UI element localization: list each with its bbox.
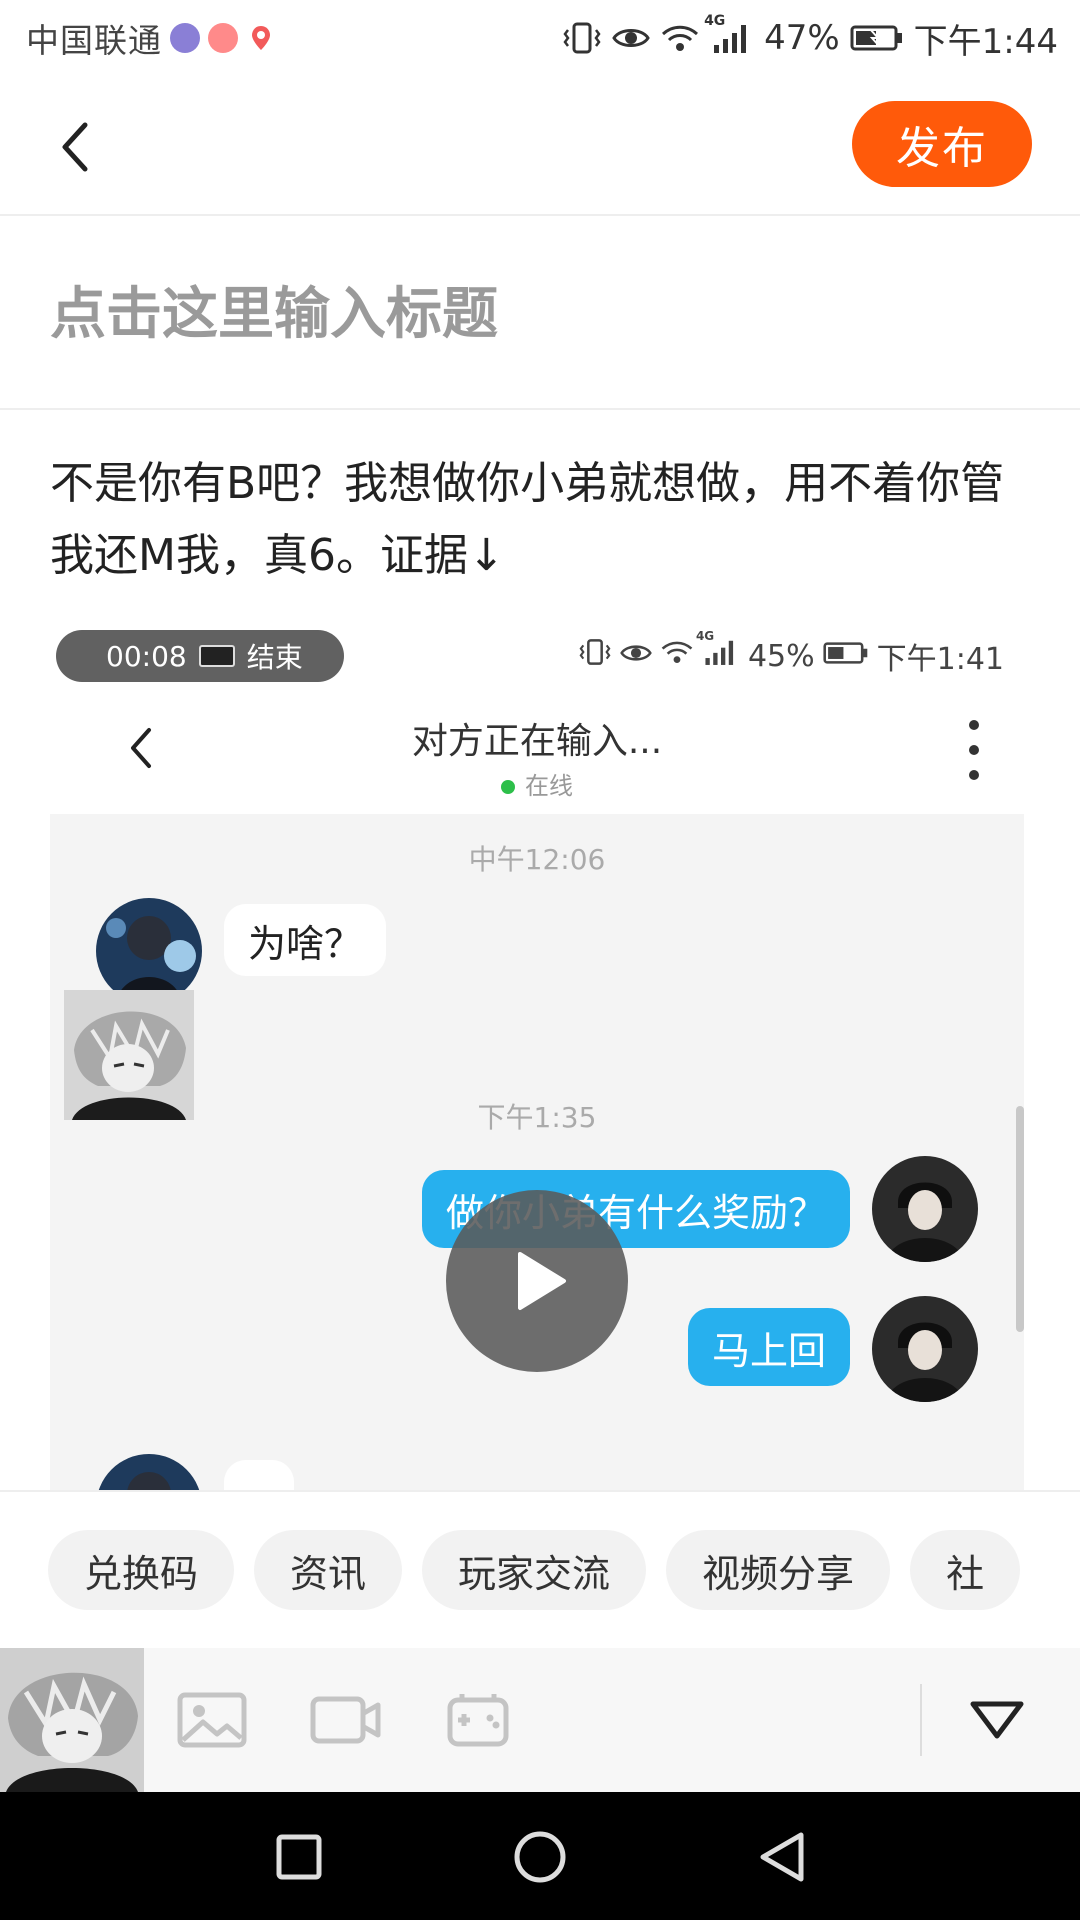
post-body-text[interactable]: 不是你有B吧？我想做你小弟就想做，用不着你管我还M我，真6。证据↓ [50,448,1010,592]
tag-community[interactable]: 社 [910,1530,1021,1610]
recording-end-label: 结束 [246,641,303,674]
tag-redeem-code[interactable]: 兑换码 [48,1530,235,1610]
collapse-icon[interactable] [962,1692,1032,1748]
presence-label: 在线 [525,772,573,800]
image-icon[interactable] [176,1690,248,1750]
cellular-signal-icon: 4G [696,629,740,675]
contact-avatar [96,898,202,1004]
self-avatar [872,1156,978,1262]
recent-apps-icon[interactable] [264,1822,334,1892]
editor-toolbar [0,1648,1080,1792]
cellular-signal-icon: 4G [704,13,754,55]
clock-label: 下午1:41 [876,642,1004,677]
embedded-screenshot[interactable]: 00:08 结束 4G 45% 下午1:41 对方正在输入... 在线 中午12… [50,620,1024,1490]
topic-tags-track[interactable]: 兑换码 资讯 玩家交流 视频分享 社 [48,1530,1032,1614]
contact-avatar [96,1454,202,1490]
received-message-bubble [224,1460,294,1490]
embedded-status-bar: 00:08 结束 4G 45% 下午1:41 [50,620,1024,690]
video-play-button[interactable] [446,1190,628,1372]
status-right: 4G 47% 下午1:44 [562,13,1058,63]
toolbar-divider [920,1684,922,1756]
vibrate-icon [562,20,602,56]
clock-label: 下午1:44 [913,21,1058,62]
back-icon[interactable] [746,1822,816,1892]
battery-icon [823,639,869,674]
status-bar: 中国联通 4G 47% 下午1:44 [0,0,1080,76]
chat-scrollbar [1016,1106,1024,1332]
user-avatar[interactable] [0,1648,144,1792]
back-arrow-icon [62,122,88,172]
publish-button[interactable]: 发布 [852,101,1032,187]
gamepad-icon[interactable] [442,1690,514,1750]
back-button[interactable] [40,112,110,182]
editor-header: 发布 [0,76,1080,216]
wifi-icon [660,638,694,674]
notification-app-icon [208,23,238,53]
title-input[interactable] [50,218,1030,410]
network-type-label: 4G [704,13,726,29]
battery-percent: 47% [764,18,840,58]
embedded-status-right: 4G 45% 下午1:41 [578,629,1004,678]
embedded-chat-body: 中午12:06 为啥？ 下午1:35 做你小弟有什么奖励？ 马上回 [50,814,1024,1490]
eye-comfort-icon [620,639,652,674]
eye-comfort-icon [612,23,650,53]
sent-message-bubble: 马上回 [687,1308,850,1386]
play-icon [518,1252,566,1310]
network-type-label: 4G [695,629,715,643]
recording-time: 00:08 [106,639,187,673]
battery-icon [850,23,904,53]
home-icon[interactable] [505,1822,575,1892]
location-pin-icon [246,23,276,53]
topic-tags-bar: 兑换码 资讯 玩家交流 视频分享 社 [0,1490,1080,1648]
battery-percent: 45% [747,638,815,674]
title-row [0,218,1080,410]
recording-stop-icon [198,645,235,667]
embedded-chat-header: 对方正在输入... 在线 [50,690,1024,814]
tag-news[interactable]: 资讯 [254,1530,403,1610]
status-left: 中国联通 [26,14,276,62]
message-timestamp: 下午1:35 [477,1101,597,1134]
tag-player-discussion[interactable]: 玩家交流 [422,1530,647,1610]
system-nav-bar [0,1792,1080,1920]
embedded-chat-title: 对方正在输入... [411,721,663,762]
screen-recording-pill: 00:08 结束 [56,630,344,682]
carrier-label: 中国联通 [26,21,162,60]
embedded-presence: 在线 [50,766,1024,801]
video-icon[interactable] [310,1690,382,1750]
more-vertical-icon [964,720,984,780]
notification-app-icon [170,23,200,53]
vibrate-icon [578,637,612,675]
online-dot-icon [501,780,515,794]
wifi-icon [660,22,700,54]
received-message-bubble: 为啥？ [224,904,387,976]
self-avatar [872,1296,978,1402]
tag-video-share[interactable]: 视频分享 [666,1530,891,1610]
message-timestamp: 中午12:06 [468,843,606,876]
